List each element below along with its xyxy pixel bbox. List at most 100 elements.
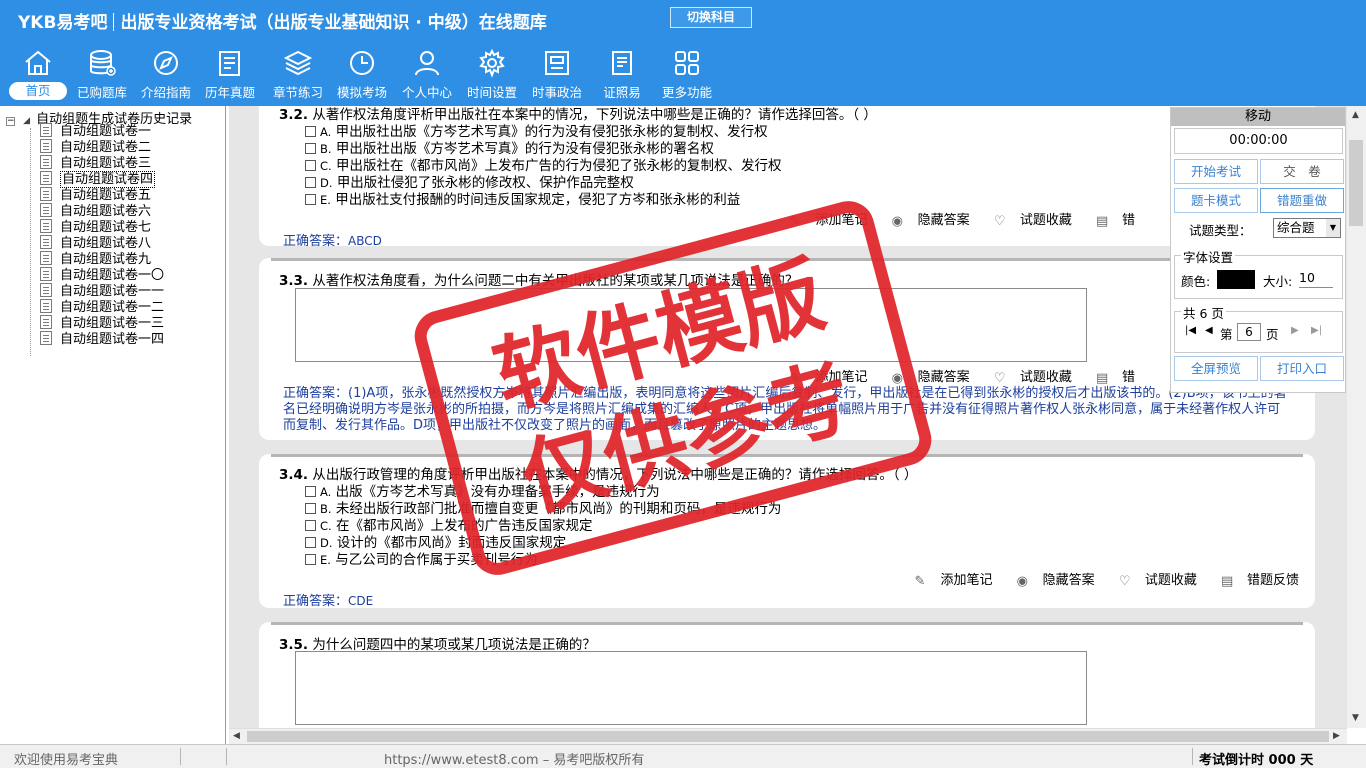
nav-chapter-practice[interactable]: 章节练习 — [266, 46, 330, 104]
copyright-text: https://www.etest8.com – 易考吧版权所有 — [384, 753, 645, 768]
font-size-input[interactable]: 10 — [1299, 270, 1333, 288]
add-note-button[interactable]: ✎ 添加笔记 — [905, 573, 993, 589]
document-icon — [40, 251, 52, 265]
tree-item[interactable]: 自动组题试卷四 — [40, 171, 156, 188]
tree-item[interactable]: 自动组题试卷一三 — [40, 315, 164, 331]
page-input[interactable]: 6 — [1237, 323, 1261, 341]
option-e[interactable]: E. 甲出版社支付报酬的时间违反国家规定，侵犯了方岑和张永彬的利益 — [305, 188, 740, 208]
correct-answer: 正确答案：CDE — [283, 594, 374, 609]
app-title: YKB易考吧 出版专业资格考试（出版专业基础知识 · 中级）在线题库 — [18, 8, 547, 33]
tree-item[interactable]: 自动组题试卷五 — [40, 187, 151, 203]
checkbox[interactable] — [305, 537, 316, 548]
scroll-up-icon[interactable]: ▲ — [1352, 110, 1359, 120]
checkbox[interactable] — [305, 177, 316, 188]
answer-textarea[interactable] — [295, 651, 1087, 725]
layers-icon — [283, 50, 313, 76]
scroll-thumb[interactable] — [1349, 140, 1363, 226]
tree-item-label: 自动组题试卷四 — [60, 171, 156, 188]
tree-item[interactable]: 自动组题试卷一〇 — [40, 267, 164, 283]
user-icon — [415, 51, 439, 76]
nav-time-settings[interactable]: 时间设置 — [460, 46, 524, 104]
color-label: 颜色: — [1181, 274, 1211, 289]
history-tree: − ◢ 自动组题生成试卷历史记录 自动组题试卷一 自动组题试卷二 自动组题试卷三 自动组… — [0, 106, 226, 744]
favorite-button[interactable]: ♡ 试题收藏 — [1109, 573, 1197, 589]
tree-root[interactable]: − ◢ 自动组题生成试卷历史记录 — [6, 108, 192, 127]
card-mode-button[interactable]: 题卡模式 — [1174, 188, 1258, 213]
tree-item-label: 自动组题试卷八 — [60, 236, 152, 251]
fullscreen-button[interactable]: 全屏预览 — [1174, 356, 1258, 381]
tree-item[interactable]: 自动组题试卷一四 — [40, 331, 164, 347]
vertical-scrollbar[interactable]: ▲ ▼ — [1347, 106, 1366, 728]
horizontal-scrollbar[interactable]: ◀ ▶ — [229, 728, 1347, 744]
eye-icon: ◉ — [1016, 574, 1029, 589]
nav-home[interactable]: 首页 — [6, 46, 70, 104]
checkbox[interactable] — [305, 520, 316, 531]
checkbox[interactable] — [305, 126, 316, 137]
last-page-icon[interactable]: ▶| — [1311, 325, 1322, 336]
checkbox[interactable] — [305, 554, 316, 565]
favorite-button[interactable]: ♡ 试题收藏 — [984, 213, 1072, 229]
document-list-icon — [219, 51, 240, 76]
tree-item[interactable]: 自动组题试卷一 — [40, 123, 151, 139]
nav-mock-exam[interactable]: 模拟考场 — [330, 46, 394, 104]
certificate-icon — [612, 51, 632, 75]
news-icon — [545, 51, 569, 75]
hide-answer-button[interactable]: ◉ 隐藏答案 — [882, 213, 970, 229]
redo-wrong-button[interactable]: 错题重做 — [1260, 188, 1344, 213]
tree-item[interactable]: 自动组题试卷一二 — [40, 299, 164, 315]
document-icon — [40, 155, 52, 169]
page-navigator: 共 6 页 |◀ ◀ 第 6 页 ▶ ▶| — [1174, 303, 1343, 353]
tree-item-label: 自动组题试卷三 — [60, 156, 152, 171]
next-page-icon[interactable]: ▶ — [1291, 325, 1299, 336]
scroll-down-icon[interactable]: ▼ — [1352, 713, 1359, 723]
scroll-left-icon[interactable]: ◀ — [233, 731, 240, 741]
checkbox[interactable] — [305, 160, 316, 171]
tree-item[interactable]: 自动组题试卷七 — [40, 219, 151, 235]
nav-personal-center[interactable]: 个人中心 — [395, 46, 459, 104]
prev-page-icon[interactable]: ◀ — [1205, 325, 1213, 336]
collapse-icon[interactable]: − — [6, 117, 15, 126]
feedback-button[interactable]: ▤ 错题反馈 — [1211, 573, 1299, 589]
favorite-button[interactable]: ♡ 试题收藏 — [984, 370, 1072, 386]
heart-icon: ♡ — [1118, 574, 1131, 589]
nav-purchased[interactable]: 已购题库 — [70, 46, 134, 104]
switch-subject-button[interactable]: 切换科目 — [670, 7, 752, 28]
question-type-select[interactable]: 综合题 ▼ — [1273, 218, 1341, 238]
submit-button[interactable]: 交 卷 — [1260, 159, 1344, 184]
first-page-icon[interactable]: |◀ — [1185, 325, 1196, 336]
document-icon — [40, 267, 52, 281]
hide-answer-button[interactable]: ◉ 隐藏答案 — [1007, 573, 1095, 589]
folder-icon: ◢ — [23, 116, 31, 126]
print-button[interactable]: 打印入口 — [1260, 356, 1344, 381]
color-swatch[interactable] — [1217, 270, 1255, 289]
feedback-button[interactable]: ▤ 错 — [1086, 213, 1135, 229]
feedback-button[interactable]: ▤ 错 — [1086, 370, 1135, 386]
start-exam-button[interactable]: 开始考试 — [1174, 159, 1258, 184]
nav-label: 个人中心 — [401, 85, 452, 100]
font-settings: 字体设置 颜色: 大小: 10 — [1174, 247, 1343, 299]
tree-item[interactable]: 自动组题试卷二 — [40, 139, 151, 155]
tree-item[interactable]: 自动组题试卷一一 — [40, 283, 164, 299]
nav-current-affairs[interactable]: 时事政治 — [525, 46, 589, 104]
nav-certificate[interactable]: 证照易 — [590, 46, 654, 104]
scroll-right-icon[interactable]: ▶ — [1333, 731, 1340, 741]
tree-item[interactable]: 自动组题试卷三 — [40, 155, 151, 171]
panel-move-handle[interactable]: 移动 — [1171, 108, 1345, 126]
document-icon — [40, 331, 52, 345]
heart-icon: ♡ — [993, 214, 1006, 229]
nav-more[interactable]: 更多功能 — [655, 46, 719, 104]
nav-guide[interactable]: 介绍指南 — [134, 46, 198, 104]
tree-item[interactable]: 自动组题试卷九 — [40, 251, 151, 267]
tree-item[interactable]: 自动组题试卷八 — [40, 235, 151, 251]
checkbox[interactable] — [305, 143, 316, 154]
checkbox[interactable] — [305, 486, 316, 497]
nav-label: 证照易 — [603, 85, 641, 100]
question-tools: ✎ 添加笔记 ◉ 隐藏答案 ♡ 试题收藏 ▤ 错题反馈 — [895, 569, 1299, 589]
tree-item[interactable]: 自动组题试卷六 — [40, 203, 151, 219]
checkbox[interactable] — [305, 503, 316, 514]
nav-past-papers[interactable]: 历年真题 — [198, 46, 262, 104]
exam-control-panel: 移动 00:00:00 开始考试 交 卷 题卡模式 错题重做 试题类型： 综合题… — [1170, 107, 1346, 393]
checkbox[interactable] — [305, 194, 316, 205]
nav-label: 模拟考场 — [336, 85, 387, 100]
scroll-thumb[interactable] — [247, 731, 1329, 742]
